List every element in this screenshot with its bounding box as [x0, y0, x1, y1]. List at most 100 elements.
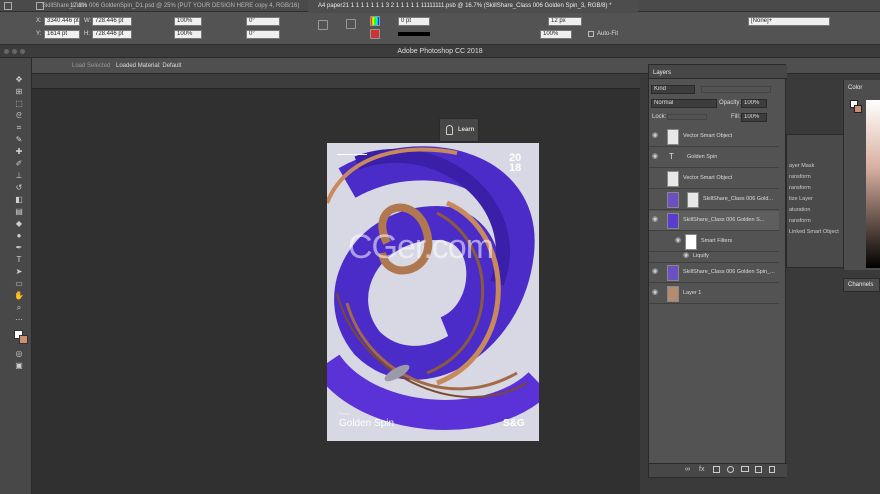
layer-row[interactable]: ◉ T Golden Spin — [649, 148, 779, 168]
properties-item[interactable]: Linked Smart Object — [789, 229, 839, 235]
eye-icon[interactable]: ◉ — [683, 252, 691, 259]
move-tool-icon[interactable]: ✥ — [14, 76, 24, 84]
brush-tool-icon[interactable]: ✐ — [14, 160, 24, 168]
screen-mode-icon[interactable]: ▣ — [14, 362, 24, 370]
blend-mode-dropdown[interactable]: Normal — [651, 99, 717, 108]
color-picker-field[interactable] — [866, 100, 880, 268]
folder-icon[interactable] — [741, 466, 749, 472]
zoom-tool-icon[interactable]: ⌕ — [14, 304, 24, 312]
new-layer-icon[interactable] — [755, 466, 762, 473]
fill-swatch-icon[interactable] — [370, 16, 380, 26]
eye-icon[interactable]: ◉ — [652, 132, 660, 139]
learn-panel[interactable]: Learn — [439, 118, 479, 142]
more-tools-icon[interactable]: ⋯ — [14, 316, 24, 324]
eye-icon[interactable]: ◉ — [652, 289, 660, 296]
autofit-checkbox[interactable] — [588, 31, 594, 37]
shape-tool-icon[interactable]: ▭ — [14, 280, 24, 288]
properties-item[interactable]: aturation — [789, 207, 810, 213]
eraser-tool-icon[interactable]: ◧ — [14, 196, 24, 204]
hand-tool-icon[interactable]: ✋ — [14, 292, 24, 300]
tab-goldenspin-d1[interactable]: SkillShare_Class 006 GoldenSpin_D1.psd @… — [32, 0, 308, 13]
history-brush-icon[interactable]: ↺ — [14, 184, 24, 192]
properties-item[interactable]: ayer Mask — [789, 163, 814, 169]
blur-tool-icon[interactable]: ◆ — [14, 220, 24, 228]
layer-name: Vector Smart Object — [683, 175, 733, 181]
layer-name: Golden Spin — [687, 154, 718, 160]
mask-icon[interactable] — [713, 466, 720, 473]
shear-field[interactable]: 0° — [246, 30, 280, 39]
layer-name: Layer 1 — [683, 290, 702, 296]
pen-tool-icon[interactable]: ✒ — [14, 244, 24, 252]
layer-row-selected[interactable]: ◉ SkillShare_Class 006 Golden S... — [649, 211, 779, 231]
rotate-field[interactable]: 0° — [246, 17, 280, 26]
trash-icon[interactable] — [769, 466, 775, 473]
lasso-tool-icon[interactable]: ᘓ — [14, 112, 24, 120]
crop-tool-icon[interactable]: ⌗ — [14, 124, 24, 132]
adjustment-icon[interactable] — [727, 466, 734, 473]
fill-label: Fill: — [731, 114, 741, 120]
layer-mask-thumbnail — [687, 192, 699, 208]
filter-icons[interactable] — [701, 86, 771, 93]
learn-label: Learn — [458, 127, 475, 133]
scale-x-field[interactable]: 100% — [174, 17, 202, 26]
layer-row[interactable]: ◉ Layer 1 — [649, 284, 779, 304]
color-panel: Color — [843, 80, 880, 270]
opacity-field[interactable]: 100% — [741, 99, 767, 108]
healing-tool-icon[interactable]: ✚ — [14, 148, 24, 156]
h-field[interactable]: 728.446 pt — [92, 30, 132, 39]
type-tool-icon[interactable]: T — [14, 256, 24, 264]
channels-tab[interactable]: Channels — [848, 282, 873, 288]
background-color-swatch[interactable] — [19, 335, 28, 344]
layer-name: SkillShare_Class 006 Gold... — [703, 196, 774, 202]
marquee-tool-icon[interactable]: ⬚ — [14, 100, 24, 108]
gap-field[interactable]: 100% — [540, 30, 572, 39]
layer-row[interactable]: ◉ Vector Smart Object — [649, 127, 779, 147]
stroke-weight-field[interactable]: 0 pt — [398, 17, 430, 26]
type-icon[interactable] — [318, 20, 328, 30]
lock-icons[interactable] — [667, 114, 707, 120]
artboard-tool-icon[interactable]: ⊞ — [14, 88, 24, 96]
eye-icon[interactable]: ◉ — [675, 237, 683, 244]
flip-icon[interactable] — [346, 19, 356, 29]
quick-mask-icon[interactable]: ◎ — [14, 350, 24, 358]
poster-artwork — [327, 143, 539, 441]
layer-row[interactable]: ◉ SkillShare_Class 006 Golden Spin_... — [649, 263, 779, 283]
bg-color-swatch[interactable] — [854, 105, 862, 113]
filter-kind-dropdown[interactable]: Kind — [651, 85, 695, 94]
style-dropdown[interactable]: [None]+ — [748, 17, 830, 26]
layers-tab[interactable]: Layers — [653, 70, 671, 76]
font-size-field[interactable]: 12 px — [548, 17, 582, 26]
properties-item[interactable]: ransform — [789, 174, 811, 180]
layer-thumbnail — [667, 192, 679, 208]
properties-item[interactable]: tize Layer — [789, 196, 813, 202]
dodge-tool-icon[interactable]: ● — [14, 232, 24, 240]
eyedropper-tool-icon[interactable]: ✎ — [14, 136, 24, 144]
w-field[interactable]: 728.446 pt — [92, 17, 132, 26]
gradient-tool-icon[interactable]: ▤ — [14, 208, 24, 216]
color-tab[interactable]: Color — [848, 85, 862, 91]
x-field[interactable]: 3340.446 pt — [44, 17, 80, 26]
y-field[interactable]: 1614 pt — [44, 30, 80, 39]
fill-field[interactable]: 100% — [741, 113, 767, 122]
eye-icon[interactable]: ◉ — [652, 153, 660, 160]
eye-icon[interactable]: ◉ — [652, 216, 660, 223]
w-label: W: — [84, 18, 92, 24]
path-selection-icon[interactable]: ➤ — [14, 268, 24, 276]
stroke-type-preview[interactable] — [398, 32, 430, 36]
properties-item[interactable]: ransform — [789, 218, 811, 224]
link-icon[interactable]: ∞ — [685, 466, 693, 474]
stroke-swatch-icon[interactable] — [370, 29, 380, 39]
layer-row[interactable]: Vector Smart Object — [649, 169, 779, 189]
eye-icon[interactable]: ◉ — [652, 268, 660, 275]
poster-artboard[interactable]: 20 18 Poster Golden Spin S&G — [327, 143, 539, 441]
properties-item[interactable]: ransform — [789, 185, 811, 191]
fx-icon[interactable]: fx — [699, 466, 707, 474]
layer-row[interactable]: ◉ Liquify — [649, 249, 779, 263]
screen: 17.8% Adobe InDesign CC 2018 X: 3340.446… — [0, 0, 880, 494]
layer-thumbnail — [667, 213, 679, 229]
load-selected-button[interactable]: Load Selected — [72, 63, 110, 69]
stamp-tool-icon[interactable]: ⊥ — [14, 172, 24, 180]
layer-row[interactable]: SkillShare_Class 006 Gold... — [649, 190, 779, 210]
tab-a4-paper[interactable]: A4 paper21 1 1 1 1 1 1 1 3 2 1 1 1 1 1 1… — [308, 0, 638, 13]
scale-y-field[interactable]: 100% — [174, 30, 202, 39]
